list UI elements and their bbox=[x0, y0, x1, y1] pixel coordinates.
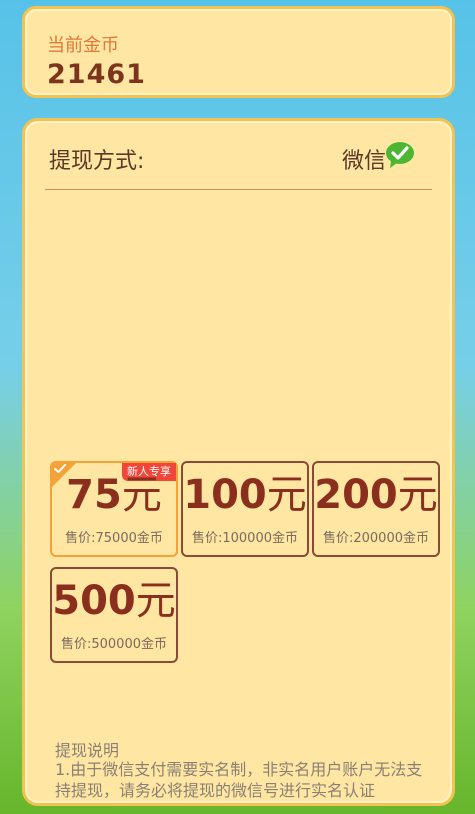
option-amount: 200元 bbox=[314, 472, 438, 518]
option-amount: 500元 bbox=[52, 578, 176, 624]
current-coins-label: 当前金币 bbox=[47, 35, 119, 56]
divider bbox=[45, 189, 432, 190]
option-200-yuan[interactable]: 200元 售价:200000金币 bbox=[312, 461, 440, 557]
option-100-yuan[interactable]: 100元 售价:100000金币 bbox=[181, 461, 309, 557]
option-500-yuan[interactable]: 500元 售价:500000金币 bbox=[50, 567, 178, 663]
option-amount: 100元 bbox=[183, 472, 307, 518]
current-coins-card: 当前金币 21461 bbox=[22, 6, 455, 98]
withdraw-card: 提现方式: 微信 新人专享 75元 售价:75000金币 100元 售价:100… bbox=[22, 118, 455, 806]
withdraw-method-label: 提现方式: bbox=[49, 149, 145, 174]
withdraw-method-value[interactable]: 微信 bbox=[342, 143, 386, 175]
withdraw-notes-text: 1.由于微信支付需要实名制，非实名用户账户无法支持提现，请务必将提现的微信号进行… bbox=[55, 760, 423, 800]
option-price: 售价:100000金币 bbox=[191, 531, 298, 546]
option-price: 售价:500000金币 bbox=[60, 637, 167, 652]
option-amount: 75元 bbox=[66, 472, 162, 518]
wechat-icon[interactable] bbox=[385, 141, 415, 169]
withdraw-notes-title: 提现说明 bbox=[55, 741, 120, 760]
option-75-yuan[interactable]: 新人专享 75元 售价:75000金币 bbox=[50, 461, 178, 557]
option-price: 售价:75000金币 bbox=[65, 531, 163, 546]
option-price: 售价:200000金币 bbox=[322, 531, 429, 546]
current-coins-value: 21461 bbox=[47, 59, 146, 90]
